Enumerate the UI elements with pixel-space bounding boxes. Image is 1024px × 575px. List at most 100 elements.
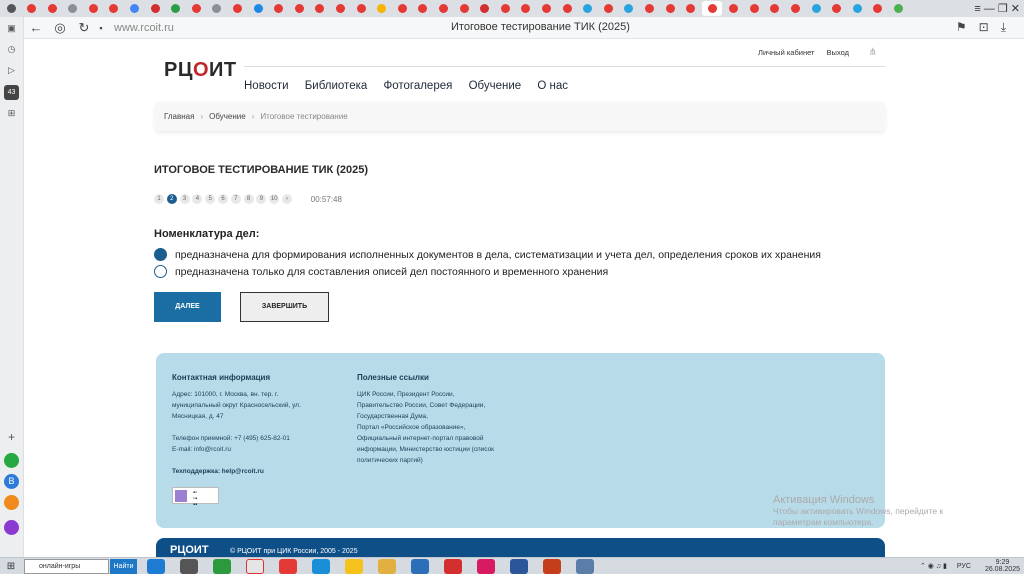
taskbar-search-input[interactable]: онлайн-игры xyxy=(24,559,109,574)
app-icon[interactable] xyxy=(411,559,429,574)
bookmarks-icon[interactable]: ▣ xyxy=(4,21,19,36)
browser-tab[interactable] xyxy=(208,1,226,16)
browser-tab[interactable] xyxy=(290,1,308,16)
browser-tab[interactable] xyxy=(848,1,866,16)
question-dot[interactable]: 10 xyxy=(269,194,280,204)
question-dot[interactable]: 5 xyxy=(205,194,216,204)
window-controls[interactable]: ≡ — ❐ ✕ xyxy=(974,2,1020,15)
reload-icon[interactable]: ↻ xyxy=(72,20,96,36)
play-icon[interactable]: ▷ xyxy=(4,63,19,78)
start-button[interactable]: ⊞ xyxy=(0,558,22,575)
question-dot[interactable]: 7 xyxy=(230,194,241,204)
calculator-icon[interactable] xyxy=(213,559,231,574)
opera-icon[interactable] xyxy=(444,559,462,574)
tray-icons[interactable]: ⌃ ◉ ♫ ▮ xyxy=(920,562,947,570)
nav-education[interactable]: Обучение xyxy=(469,80,522,92)
folder-icon[interactable] xyxy=(378,559,396,574)
browser-tab[interactable] xyxy=(84,1,102,16)
browser-tab[interactable] xyxy=(455,1,473,16)
back-icon[interactable]: ← xyxy=(24,20,48,35)
browser-tab[interactable] xyxy=(661,1,679,16)
yandex-browser-icon[interactable] xyxy=(279,559,297,574)
edge-icon[interactable] xyxy=(312,559,330,574)
url-field[interactable]: www.rcoit.ru xyxy=(114,22,174,34)
site-logo[interactable]: РЦОИТ xyxy=(164,59,237,82)
nav-about[interactable]: О нас xyxy=(537,80,568,92)
app-icon-green[interactable] xyxy=(4,453,19,468)
browser-tab[interactable] xyxy=(311,1,329,16)
answer-option-1[interactable]: предназначена для формирования исполненн… xyxy=(154,248,821,261)
footer-badge[interactable]: ▪▫ ▫▪ ▪▪ xyxy=(172,487,219,508)
browser-tab[interactable] xyxy=(187,1,205,16)
vk-icon[interactable]: В xyxy=(4,474,19,489)
browser-tab[interactable] xyxy=(167,1,185,16)
browser-tab[interactable] xyxy=(270,1,288,16)
link-line[interactable]: Правительство России, Совет Федерации, xyxy=(357,400,494,411)
support[interactable]: Техподдержка: help@rcoit.ru xyxy=(172,466,264,477)
yandex-icon[interactable] xyxy=(246,559,264,574)
ie-icon[interactable] xyxy=(147,559,165,574)
browser-tab-active[interactable] xyxy=(702,1,723,16)
email-link[interactable]: E-mail: info@rcoit.ru xyxy=(172,444,290,455)
browser-tab[interactable] xyxy=(126,1,144,16)
downloads-icon[interactable]: ⊞ xyxy=(4,106,19,121)
browser-tab[interactable] xyxy=(517,1,535,16)
question-dot[interactable]: 4 xyxy=(192,194,203,204)
question-dot[interactable]: 6 xyxy=(217,194,228,204)
yandex-market-icon[interactable] xyxy=(345,559,363,574)
browser-tab[interactable] xyxy=(476,1,494,16)
browser-tab[interactable] xyxy=(393,1,411,16)
browser-tab[interactable] xyxy=(828,1,846,16)
ok-icon[interactable] xyxy=(4,495,19,510)
browser-tab[interactable] xyxy=(599,1,617,16)
sitemap-icon[interactable]: ⋔ xyxy=(869,47,877,58)
browser-tab[interactable] xyxy=(869,1,887,16)
next-question-dot[interactable]: › xyxy=(281,194,292,204)
crumb-education[interactable]: Обучение xyxy=(209,112,246,121)
account-link[interactable]: Личный кабинет xyxy=(758,48,814,57)
taskbar-search-button[interactable]: Найти xyxy=(110,559,137,574)
link-line[interactable]: информации, Министерство юстиции (список xyxy=(357,444,494,455)
nav-gallery[interactable]: Фотогалерея xyxy=(383,80,452,92)
browser-tab[interactable] xyxy=(579,1,597,16)
powerpoint-icon[interactable] xyxy=(543,559,561,574)
link-line[interactable]: Государственная Дума, xyxy=(357,411,494,422)
link-line[interactable]: ЦИК России, Президент России, xyxy=(357,389,494,400)
browser-tab[interactable] xyxy=(434,1,452,16)
browser-tab[interactable] xyxy=(352,1,370,16)
browser-tab[interactable] xyxy=(496,1,514,16)
toolbar-icons[interactable]: ⚑⊡⤓ xyxy=(956,20,1018,35)
browser-tab[interactable] xyxy=(766,1,784,16)
nav-library[interactable]: Библиотека xyxy=(305,80,368,92)
browser-tab[interactable] xyxy=(249,1,267,16)
link-line[interactable]: Портал «Российское образование», xyxy=(357,422,494,433)
browser-tab[interactable] xyxy=(64,1,82,16)
next-button[interactable]: ДАЛЕЕ xyxy=(154,292,221,322)
question-dot[interactable]: 8 xyxy=(243,194,254,204)
browser-tab[interactable] xyxy=(23,1,41,16)
word-icon[interactable] xyxy=(510,559,528,574)
sidebar-badge[interactable]: 43 xyxy=(4,85,19,100)
question-dot-current[interactable]: 2 xyxy=(166,194,177,204)
language-indicator[interactable]: РУС xyxy=(957,563,971,570)
nav-news[interactable]: Новости xyxy=(244,80,289,92)
browser-tab[interactable] xyxy=(807,1,825,16)
browser-tab[interactable] xyxy=(537,1,555,16)
browser-tab[interactable] xyxy=(43,1,61,16)
browser-tab[interactable] xyxy=(787,1,805,16)
browser-tab[interactable] xyxy=(640,1,658,16)
browser-tab[interactable] xyxy=(229,1,247,16)
link-line[interactable]: Официальный интернет-портал правовой xyxy=(357,433,494,444)
radio-selected[interactable] xyxy=(154,248,167,261)
explorer-icon[interactable] xyxy=(180,559,198,574)
network-app-icon[interactable] xyxy=(576,559,594,574)
browser-tab[interactable] xyxy=(373,1,391,16)
browser-tab[interactable] xyxy=(620,1,638,16)
wildberries-icon[interactable] xyxy=(477,559,495,574)
alice-icon[interactable] xyxy=(4,520,19,535)
browser-tab[interactable] xyxy=(558,1,576,16)
question-dot[interactable]: 9 xyxy=(256,194,267,204)
question-dot[interactable]: 1 xyxy=(154,194,164,204)
browser-tab[interactable] xyxy=(146,1,164,16)
browser-tab[interactable] xyxy=(890,1,908,16)
